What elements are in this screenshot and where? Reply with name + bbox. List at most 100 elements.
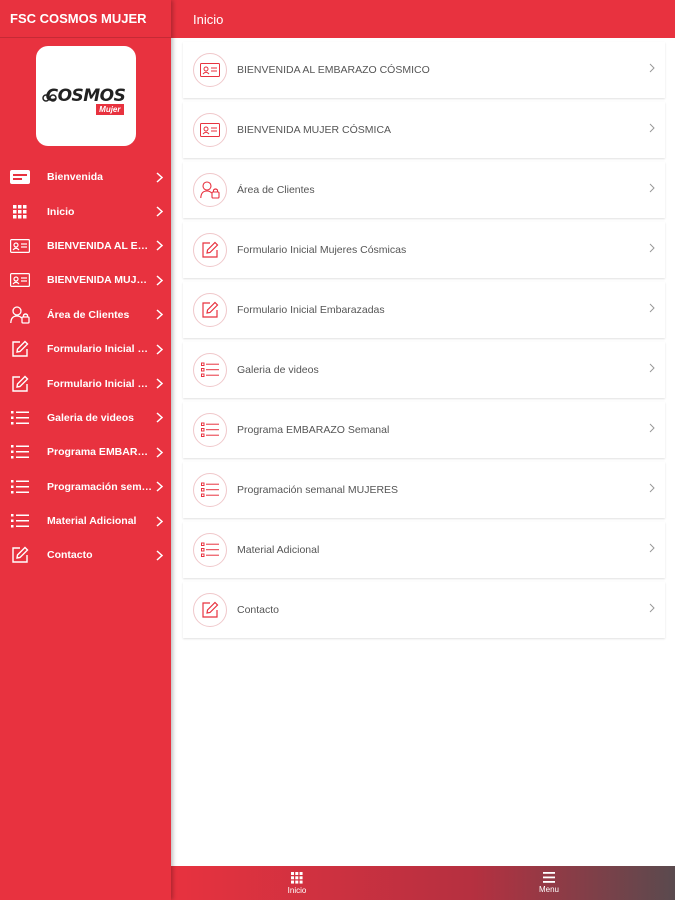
list-item-bienvenida-embarazo[interactable]: BIENVENIDA AL EMBARAZO CÓSMICO bbox=[183, 42, 665, 98]
edit-icon bbox=[10, 374, 30, 394]
grid-icon bbox=[10, 202, 30, 222]
sidebar-item-label: Contacto bbox=[47, 549, 93, 562]
list-item-label: BIENVENIDA AL EMBARAZO CÓSMICO bbox=[237, 64, 430, 76]
list-icon bbox=[10, 511, 30, 531]
list-item-galeria-videos[interactable]: Galeria de videos bbox=[183, 342, 665, 398]
logo-dots-icon bbox=[41, 94, 57, 102]
sidebar-item-bienvenida-embarazo[interactable]: BIENVENIDA AL EMBARAZO CÓSMICO bbox=[0, 229, 171, 263]
sidebar-item-label: Galeria de videos bbox=[47, 411, 134, 424]
list-item-label: BIENVENIDA MUJER CÓSMICA bbox=[237, 124, 392, 136]
edit-icon bbox=[10, 339, 30, 359]
list-item-label: Área de Clientes bbox=[237, 184, 315, 196]
list-item-label: Programa EMBARAZO Semanal bbox=[237, 424, 390, 436]
chevron-right-icon bbox=[153, 447, 163, 458]
chevron-right-icon bbox=[649, 540, 655, 558]
id-card-icon bbox=[193, 113, 227, 147]
chevron-right-icon bbox=[649, 240, 655, 258]
chevron-right-icon bbox=[649, 360, 655, 378]
chevron-right-icon bbox=[153, 206, 163, 217]
list-item-material-adicional[interactable]: Material Adicional bbox=[183, 522, 665, 578]
logo-text: COSMOS bbox=[45, 86, 126, 106]
welcome-badge-icon bbox=[10, 167, 30, 187]
chevron-right-icon bbox=[649, 600, 655, 618]
list-icon bbox=[193, 473, 227, 507]
list-item-contacto[interactable]: Contacto bbox=[183, 582, 665, 638]
chevron-right-icon bbox=[153, 172, 163, 183]
id-card-icon bbox=[10, 236, 30, 256]
chevron-right-icon bbox=[649, 420, 655, 438]
list-item-programacion-mujeres[interactable]: Programación semanal MUJERES bbox=[183, 462, 665, 518]
top-bar: Inicio bbox=[171, 0, 675, 38]
list-icon bbox=[193, 353, 227, 387]
sidebar-item-label: Programa EMBARAZO Semanal bbox=[47, 446, 153, 459]
sidebar-item-label: Programación semanal MUJERES bbox=[47, 480, 153, 493]
bottom-tab-bar: Inicio Menu bbox=[171, 866, 675, 900]
page-title: Inicio bbox=[193, 11, 224, 27]
list-icon bbox=[10, 442, 30, 462]
id-card-icon bbox=[193, 53, 227, 87]
app-logo: COSMOS Mujer bbox=[35, 46, 136, 146]
chevron-right-icon bbox=[649, 300, 655, 318]
sidebar-item-area-clientes[interactable]: Área de Clientes bbox=[0, 298, 171, 332]
sidebar-menu: Bienvenida Inicio BIENVENIDA AL EMBARAZO… bbox=[0, 160, 171, 573]
grid-icon bbox=[291, 871, 303, 884]
tab-label: Menu bbox=[538, 885, 559, 894]
sidebar: FSC COSMOS MUJER COSMOS Mujer Bienvenida… bbox=[0, 0, 171, 900]
list-item-label: Programación semanal MUJERES bbox=[237, 484, 399, 496]
hamburger-icon bbox=[543, 872, 555, 883]
edit-icon bbox=[193, 593, 227, 627]
chevron-right-icon bbox=[153, 275, 163, 286]
chevron-right-icon bbox=[649, 480, 655, 498]
list-item-label: Formulario Inicial Embarazadas bbox=[237, 304, 385, 316]
tab-inicio[interactable]: Inicio bbox=[171, 866, 423, 900]
list-item-label: Contacto bbox=[237, 604, 280, 616]
list-icon bbox=[10, 477, 30, 497]
app-title: FSC COSMOS MUJER bbox=[0, 0, 171, 38]
sidebar-item-bienvenida-mujer[interactable]: BIENVENIDA MUJER CÓSMICA bbox=[0, 263, 171, 297]
chevron-right-icon bbox=[153, 378, 163, 389]
sidebar-item-label: Formulario Inicial Mujeres Cósmicas bbox=[47, 343, 153, 356]
list-item-area-clientes[interactable]: Área de Clientes bbox=[183, 162, 665, 218]
sidebar-item-programacion-mujeres[interactable]: Programación semanal MUJERES bbox=[0, 470, 171, 504]
chevron-right-icon bbox=[153, 309, 163, 320]
sidebar-item-programa-embarazo[interactable]: Programa EMBARAZO Semanal bbox=[0, 435, 171, 469]
chevron-right-icon bbox=[649, 60, 655, 78]
chevron-right-icon bbox=[153, 240, 163, 252]
main-content: BIENVENIDA AL EMBARAZO CÓSMICO BIENVENID… bbox=[171, 38, 675, 866]
list-icon bbox=[193, 533, 227, 567]
list-item-formulario-mujeres[interactable]: Formulario Inicial Mujeres Cósmicas bbox=[183, 222, 665, 278]
user-lock-icon bbox=[193, 173, 227, 207]
sidebar-item-label: BIENVENIDA AL EMBARAZO CÓSMICO bbox=[47, 239, 153, 252]
user-lock-icon bbox=[10, 305, 30, 325]
list-icon bbox=[10, 408, 30, 428]
chevron-right-icon bbox=[153, 344, 163, 355]
sidebar-item-galeria-videos[interactable]: Galeria de videos bbox=[0, 401, 171, 435]
chevron-right-icon bbox=[153, 550, 163, 561]
sidebar-item-contacto[interactable]: Contacto bbox=[0, 538, 171, 572]
sidebar-item-material-adicional[interactable]: Material Adicional bbox=[0, 504, 171, 538]
id-card-icon bbox=[10, 270, 30, 290]
list-item-formulario-embarazadas[interactable]: Formulario Inicial Embarazadas bbox=[183, 282, 665, 338]
sidebar-item-formulario-embarazadas[interactable]: Formulario Inicial Embarazadas bbox=[0, 366, 171, 400]
list-icon bbox=[193, 413, 227, 447]
logo-subtext: Mujer bbox=[96, 104, 124, 115]
tab-menu[interactable]: Menu bbox=[423, 866, 675, 900]
chevron-right-icon bbox=[153, 481, 163, 492]
list-item-programa-embarazo[interactable]: Programa EMBARAZO Semanal bbox=[183, 402, 665, 458]
sidebar-item-bienvenida[interactable]: Bienvenida bbox=[0, 160, 171, 194]
list-item-bienvenida-mujer[interactable]: BIENVENIDA MUJER CÓSMICA bbox=[183, 102, 665, 158]
sidebar-item-label: Material Adicional bbox=[47, 515, 137, 528]
chevron-right-icon bbox=[153, 412, 163, 423]
sidebar-item-label: Bienvenida bbox=[47, 171, 104, 184]
edit-icon bbox=[193, 293, 227, 327]
sidebar-item-formulario-mujeres[interactable]: Formulario Inicial Mujeres Cósmicas bbox=[0, 332, 171, 366]
list-item-label: Galeria de videos bbox=[237, 364, 319, 376]
sidebar-item-label: Área de Clientes bbox=[47, 308, 130, 321]
edit-icon bbox=[10, 545, 30, 565]
sidebar-item-label: BIENVENIDA MUJER CÓSMICA bbox=[47, 274, 153, 287]
chevron-right-icon bbox=[153, 516, 163, 527]
list-item-label: Material Adicional bbox=[237, 544, 320, 556]
list-item-label: Formulario Inicial Mujeres Cósmicas bbox=[237, 244, 407, 256]
chevron-right-icon bbox=[649, 180, 655, 198]
sidebar-item-inicio[interactable]: Inicio bbox=[0, 194, 171, 228]
